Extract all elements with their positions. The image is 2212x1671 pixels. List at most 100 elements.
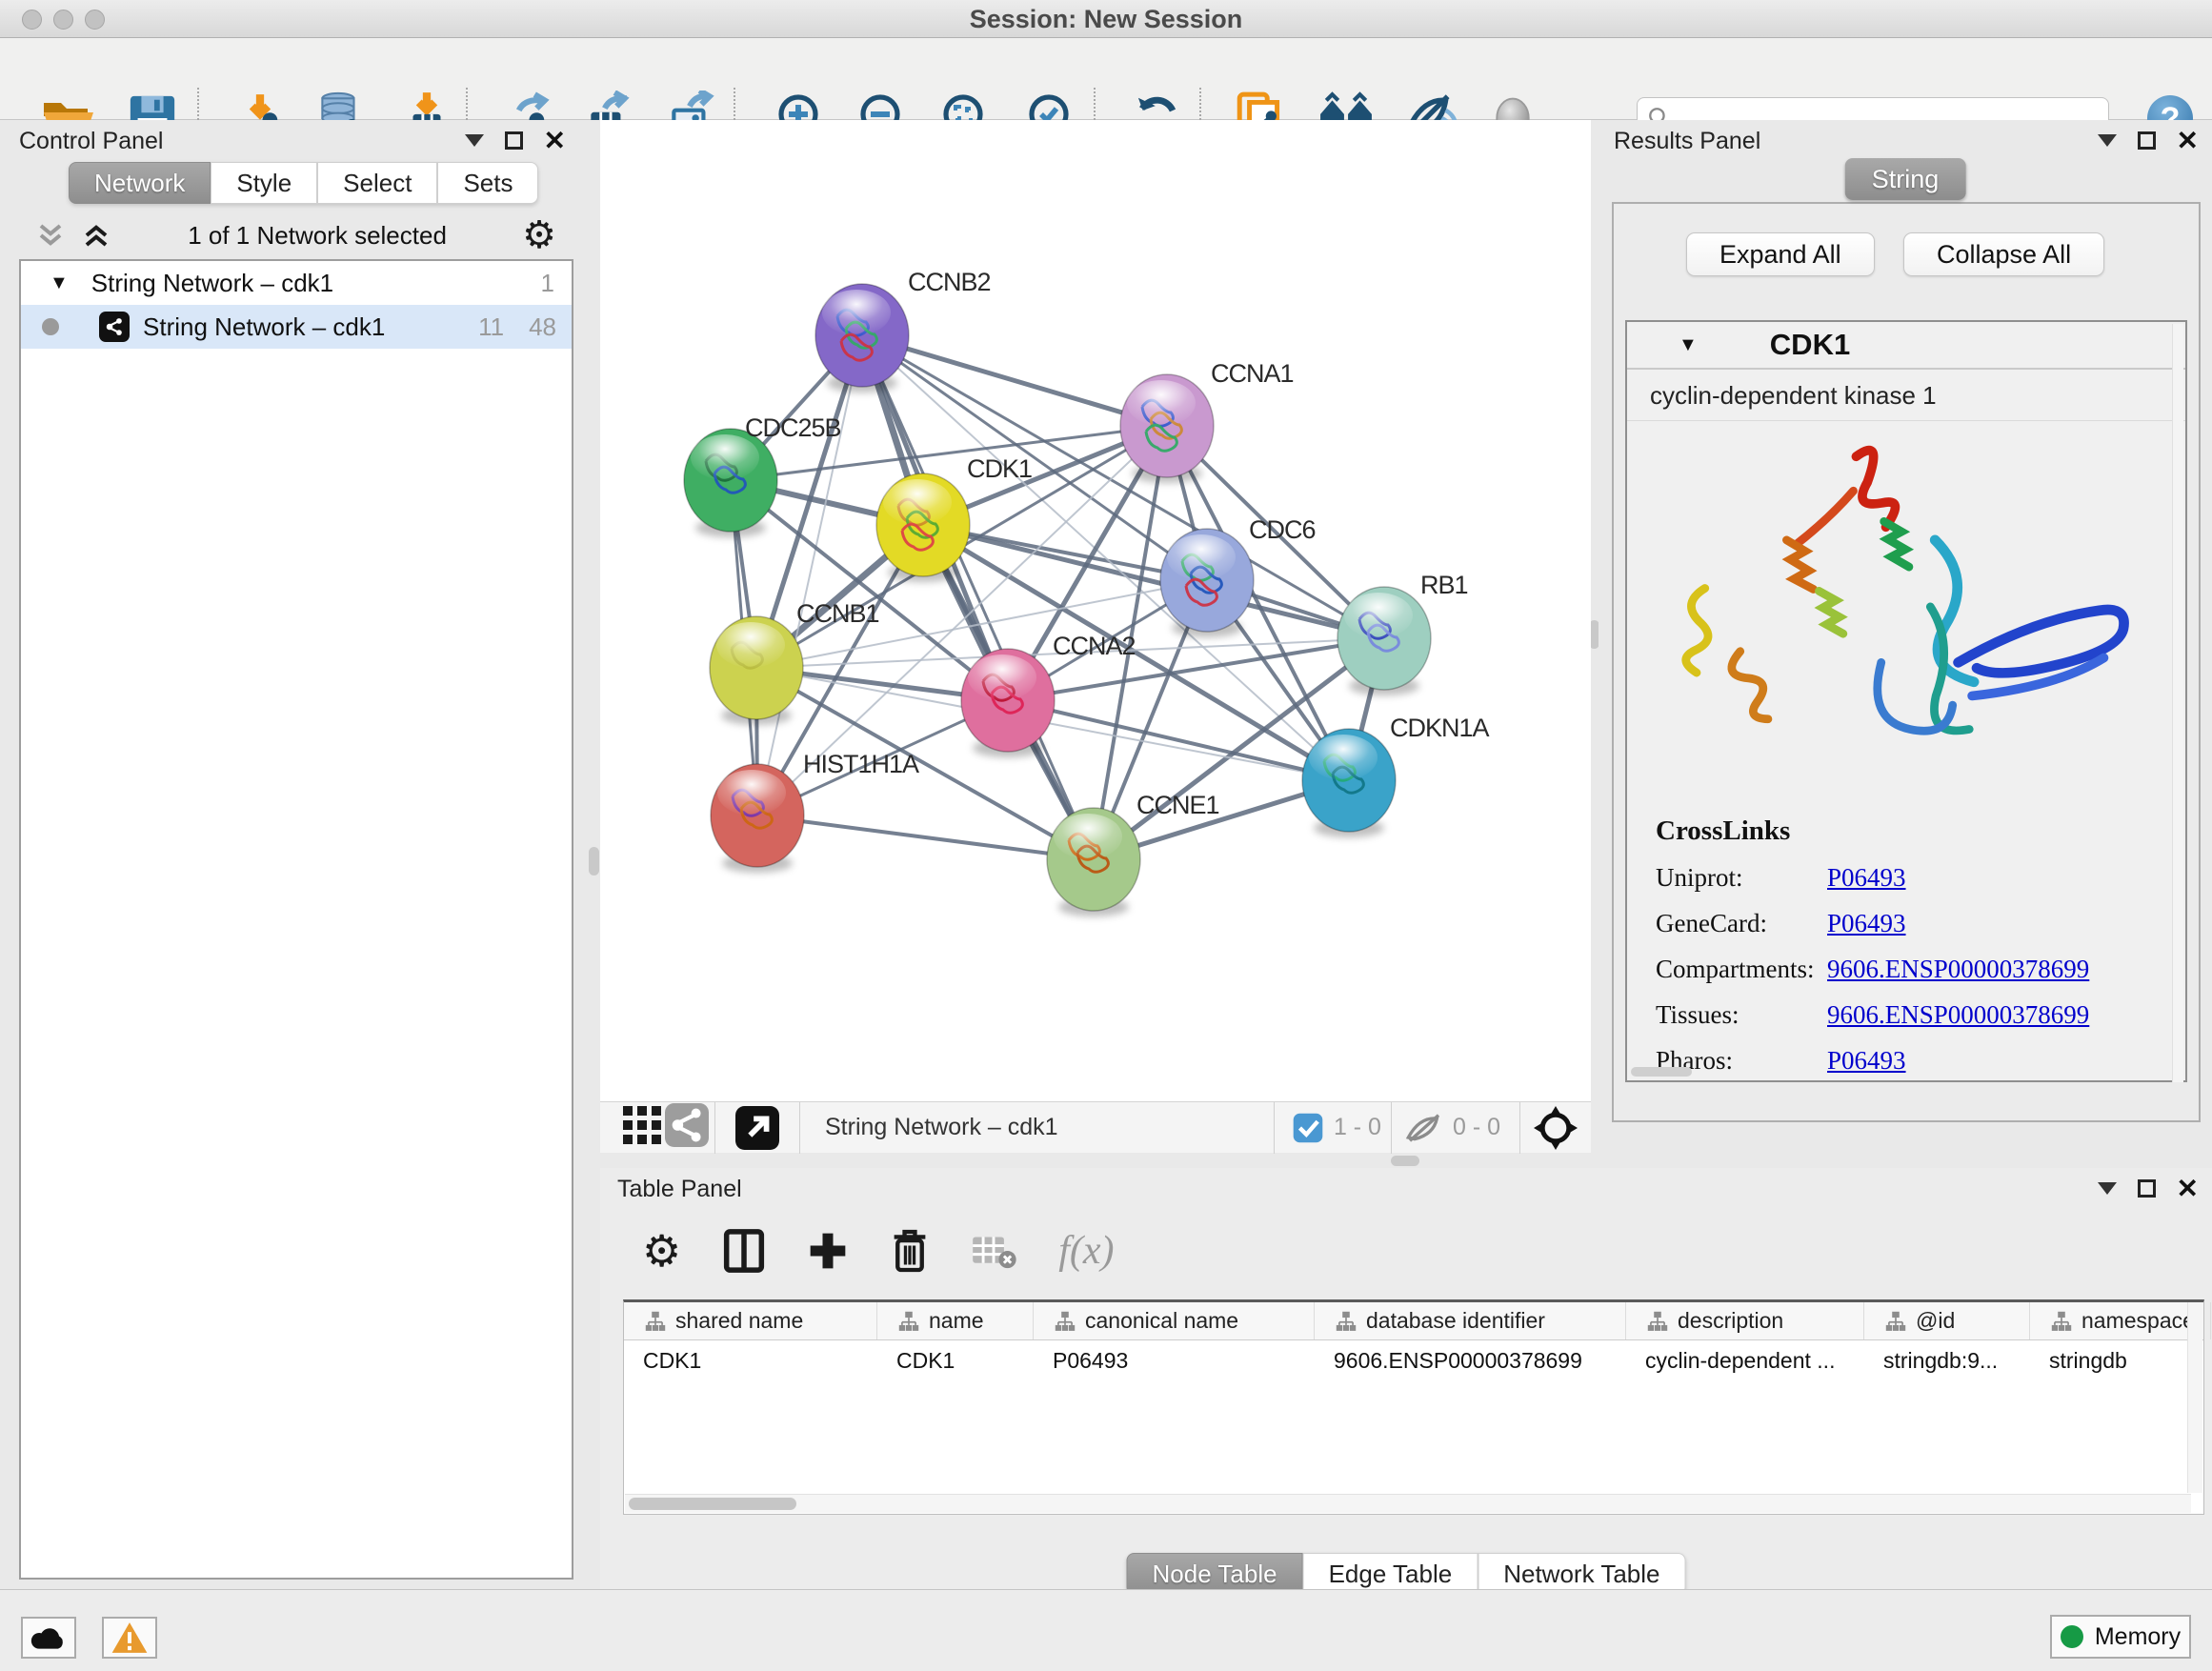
crosslink-link[interactable]: 9606.ENSP00000378699 — [1827, 1000, 2089, 1030]
table-cell[interactable]: CDK1 — [624, 1348, 877, 1374]
table-row[interactable]: CDK1CDK1P064939606.ENSP00000378699cyclin… — [624, 1340, 2203, 1380]
panel-menu-icon[interactable] — [2098, 134, 2117, 147]
left-splitter-handle[interactable] — [589, 847, 599, 876]
selected-counts: 1 - 0 — [1334, 1114, 1381, 1141]
network-collection-row[interactable]: ▼ String Network – cdk1 1 — [21, 261, 572, 305]
table-cell[interactable]: stringdb — [2030, 1348, 2211, 1374]
tab-select[interactable]: Select — [317, 162, 437, 204]
show-columns-icon[interactable] — [723, 1228, 765, 1274]
navigator-crosshair-icon[interactable] — [1520, 1106, 1591, 1150]
hidden-eye-icon[interactable] — [1405, 1112, 1443, 1144]
entry-collapse-icon[interactable]: ▼ — [1679, 334, 1698, 356]
window-minimize-button[interactable] — [53, 10, 73, 30]
network-node-RB1[interactable]: RB1 — [1337, 571, 1468, 695]
node-label-CCNA2: CCNA2 — [1053, 632, 1136, 660]
network-node-CDC6[interactable]: CDC6 — [1160, 515, 1316, 637]
crosslink-link[interactable]: 9606.ENSP00000378699 — [1827, 955, 2089, 984]
column-header-namespace[interactable]: namespace — [2030, 1302, 2211, 1339]
table-cell[interactable]: cyclin-dependent ... — [1626, 1348, 1864, 1374]
collapse-all-icon[interactable] — [34, 221, 67, 250]
delete-column-icon[interactable] — [891, 1228, 929, 1274]
table-horizontal-scrollbar[interactable] — [625, 1494, 2191, 1513]
column-header-description[interactable]: description — [1626, 1302, 1864, 1339]
crosslink-link[interactable]: P06493 — [1827, 1046, 1906, 1076]
cloud-status-button[interactable] — [21, 1617, 76, 1659]
panel-float-icon[interactable] — [2138, 131, 2156, 150]
share-view-icon[interactable] — [665, 1103, 714, 1152]
expand-all-icon[interactable] — [80, 221, 112, 250]
function-builder-icon: f(x) — [1058, 1228, 1114, 1274]
table-panel-title: Table Panel — [617, 1176, 742, 1203]
network-node-CDKN1A[interactable]: CDKN1A — [1302, 714, 1490, 837]
network-node-count: 11 — [478, 312, 504, 342]
status-bar: Memory — [0, 1589, 2212, 1671]
control-panel: Control Panel ✕ NetworkStyleSelectSets 1… — [0, 120, 593, 1589]
table-cell[interactable]: P06493 — [1034, 1348, 1315, 1374]
tab-sets[interactable]: Sets — [437, 162, 538, 204]
table-cell[interactable]: CDK1 — [877, 1348, 1034, 1374]
panel-close-icon[interactable]: ✕ — [2177, 131, 2199, 150]
panel-menu-icon[interactable] — [2098, 1182, 2117, 1195]
tab-network[interactable]: Network — [69, 162, 211, 204]
network-node-HIST1H1A[interactable]: HIST1H1A — [711, 750, 919, 873]
grid-view-icon[interactable] — [621, 1104, 665, 1151]
node-label-CDC6: CDC6 — [1249, 515, 1316, 544]
crosslink-link[interactable]: P06493 — [1827, 863, 1906, 893]
crosslink-link[interactable]: P06493 — [1827, 909, 1906, 938]
window-close-button[interactable] — [22, 10, 42, 30]
string-network-graph[interactable]: CCNB2CCNA1CDC25BCDK1CDC6RB1CCNB1CCNA2CDK… — [600, 120, 1591, 1101]
column-header-name[interactable]: name — [877, 1302, 1034, 1339]
network-view-canvas[interactable]: CCNB2CCNA1CDC25BCDK1CDC6RB1CCNB1CCNA2CDK… — [600, 120, 1591, 1101]
gene-name: CDK1 — [1770, 328, 1850, 362]
network-row[interactable]: String Network – cdk1 11 48 — [21, 305, 572, 349]
clear-table-icon — [971, 1232, 1016, 1270]
network-selection-status: 1 of 1 Network selected — [112, 221, 522, 251]
table-options-gear-icon[interactable]: ⚙ — [642, 1225, 681, 1277]
tab-string[interactable]: String — [1845, 158, 1966, 200]
selected-checkbox-icon[interactable] — [1292, 1112, 1324, 1144]
entry-vertical-scrollbar[interactable] — [2172, 324, 2183, 1082]
panel-float-icon[interactable] — [2138, 1179, 2156, 1198]
table-toolbar: ⚙ f(x) — [615, 1206, 2204, 1296]
node-label-RB1: RB1 — [1420, 571, 1468, 599]
collection-count: 1 — [541, 269, 554, 298]
column-header-canonical-name[interactable]: canonical name — [1034, 1302, 1315, 1339]
panel-menu-icon[interactable] — [465, 134, 484, 147]
memory-button[interactable]: Memory — [2050, 1615, 2191, 1659]
window-title: Session: New Session — [0, 0, 2212, 38]
network-selection-bar: 1 of 1 Network selected ⚙ — [10, 211, 581, 259]
node-label-HIST1H1A: HIST1H1A — [803, 750, 919, 778]
panel-close-icon[interactable]: ✕ — [544, 131, 566, 150]
table-cell[interactable]: stringdb:9... — [1864, 1348, 2030, 1374]
panel-float-icon[interactable] — [505, 131, 523, 150]
crosslink-label: Compartments: — [1656, 955, 1827, 984]
warning-status-button[interactable] — [102, 1617, 157, 1659]
tab-style[interactable]: Style — [211, 162, 317, 204]
network-node-CCNB1[interactable]: CCNB1 — [710, 599, 879, 725]
protein-entry-header[interactable]: ▼ CDK1 — [1627, 322, 2185, 370]
add-column-icon[interactable] — [807, 1230, 849, 1272]
memory-status-dot-icon — [2061, 1625, 2083, 1648]
main-toolbar: ? — [0, 38, 2212, 120]
table-scrollbar-thumb[interactable] — [629, 1498, 796, 1510]
node-label-CDC25B: CDC25B — [745, 413, 841, 442]
window-zoom-button[interactable] — [85, 10, 105, 30]
bottom-splitter-handle[interactable] — [1391, 1156, 1419, 1166]
control-panel-window-controls: ✕ — [465, 131, 566, 150]
collapse-all-button[interactable]: Collapse All — [1903, 232, 2104, 276]
column-header-id[interactable]: @id — [1864, 1302, 2030, 1339]
expand-all-button[interactable]: Expand All — [1686, 232, 1875, 276]
table-cell[interactable]: 9606.ENSP00000378699 — [1315, 1348, 1626, 1374]
network-options-gear-icon[interactable]: ⚙ — [522, 221, 556, 250]
crosslink-label: GeneCard: — [1656, 909, 1827, 938]
collection-expand-icon[interactable]: ▼ — [50, 272, 69, 294]
network-view-title: String Network – cdk1 — [825, 1114, 1274, 1141]
column-header-shared-name[interactable]: shared name — [624, 1302, 877, 1339]
table-vertical-scrollbar[interactable] — [2187, 1302, 2202, 1493]
column-header-database-identifier[interactable]: database identifier — [1315, 1302, 1626, 1339]
entry-horizontal-scrollbar-thumb[interactable] — [1631, 1067, 1692, 1077]
export-view-icon[interactable] — [715, 1106, 799, 1150]
crosslink-row: Pharos:P06493 — [1656, 1046, 2089, 1076]
network-view-toolbar: String Network – cdk1 1 - 0 0 - 0 — [600, 1101, 1591, 1153]
panel-close-icon[interactable]: ✕ — [2177, 1179, 2199, 1198]
